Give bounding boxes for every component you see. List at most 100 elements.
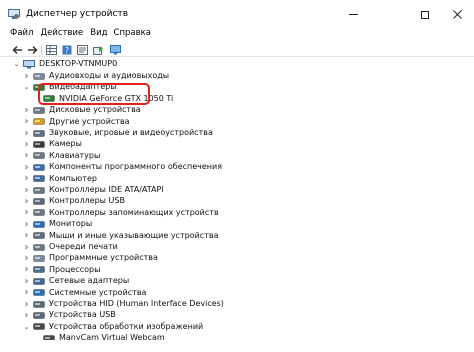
chevron-right-icon[interactable]: ›	[23, 252, 30, 264]
chevron-right-icon[interactable]: ›	[23, 173, 30, 185]
tree-category-item[interactable]: › Устройства USB	[23, 309, 116, 321]
tree-item-label: Устройства USB	[49, 310, 116, 320]
tree-category-item[interactable]: › Камеры	[23, 138, 82, 150]
maximize-icon	[421, 10, 429, 19]
tree-item-label: Мониторы	[49, 219, 93, 229]
scan-hardware-button[interactable]	[110, 45, 121, 55]
tree-item-label: Устройства HID (Human Interface Devices)	[49, 299, 224, 308]
processor-icon	[33, 266, 45, 273]
tree-category-item[interactable]: › Клавиатуры	[23, 150, 101, 162]
system-icon	[33, 289, 45, 296]
controller-icon	[33, 186, 45, 194]
chevron-right-icon[interactable]: ›	[23, 275, 30, 287]
tree-category-item[interactable]: › Сетевые адаптеры	[23, 275, 130, 287]
tree-category-item[interactable]: › Аудиовходы и аудиовыходы	[23, 70, 170, 82]
menu-action[interactable]: Действие	[40, 29, 87, 42]
chevron-right-icon[interactable]: ›	[23, 161, 30, 173]
update-driver-button[interactable]	[93, 45, 104, 55]
chevron-right-icon[interactable]: ›	[23, 309, 30, 321]
title-bar: Диспетчер устройств	[0, 0, 474, 29]
chevron-right-icon[interactable]: ›	[23, 116, 30, 128]
details-button[interactable]	[77, 45, 88, 55]
grid-icon	[46, 45, 57, 55]
back-arrow-icon	[12, 45, 22, 55]
tree-category-item[interactable]: › Звуковые, игровые и видеоустройства	[23, 127, 213, 139]
audio-icon	[33, 72, 45, 80]
hid-icon	[33, 300, 45, 308]
disk-icon	[33, 106, 45, 114]
chevron-down-icon[interactable]: ⌄	[23, 81, 30, 93]
tree-item-label: Аудиовходы и аудиовыходы	[49, 71, 170, 80]
chevron-right-icon[interactable]: ›	[23, 184, 30, 196]
tree-category-item[interactable]: › Контроллеры USB	[23, 195, 125, 207]
tree-item-label: Программные устройства	[49, 253, 158, 263]
chevron-right-icon[interactable]: ›	[23, 264, 30, 276]
tree-item-label: Контроллеры запоминающих устройств	[49, 207, 219, 217]
chevron-right-icon[interactable]: ›	[23, 70, 30, 82]
device-manager-window: Диспетчер устройств Файл Действие Вид Сп…	[0, 0, 474, 352]
chevron-down-icon[interactable]: ⌄	[23, 321, 30, 333]
tree-category-item[interactable]: › Другие устройства	[23, 116, 130, 128]
monitor-icon	[33, 220, 45, 228]
tree-category-item[interactable]: › Контроллеры IDE ATA/ATAPI	[23, 184, 164, 196]
usb-icon	[33, 198, 45, 205]
tree-category-item[interactable]: › Процессоры	[23, 264, 101, 276]
close-icon	[452, 10, 462, 19]
chevron-right-icon[interactable]: ›	[23, 104, 30, 116]
tree-category-item[interactable]: › Мониторы	[23, 218, 93, 230]
software-icon	[33, 163, 45, 171]
forward-button[interactable]	[27, 45, 38, 55]
tree-item-label: Контроллеры USB	[49, 196, 125, 206]
chevron-right-icon[interactable]: ›	[23, 241, 30, 253]
minimize-button[interactable]	[336, 0, 370, 29]
tree-category-item[interactable]: › Компоненты программного обеспечения	[23, 161, 223, 173]
tree-category-item[interactable]: › Программные устройства	[23, 252, 158, 264]
tree-item-label: Камеры	[49, 139, 82, 149]
menu-help[interactable]: Справка	[114, 29, 155, 42]
chevron-down-icon[interactable]: ⌄	[13, 58, 20, 70]
chevron-right-icon[interactable]: ›	[23, 127, 30, 139]
highlight-box	[38, 83, 150, 105]
tree-item-label: Компоненты программного обеспечения	[49, 162, 223, 172]
chevron-right-icon[interactable]: ›	[23, 287, 30, 299]
chevron-right-icon[interactable]: ›	[23, 298, 30, 310]
maximize-button[interactable]	[408, 0, 442, 29]
tree-category-item[interactable]: › Дисковые устройства	[23, 104, 141, 116]
tree-item-label: Клавиатуры	[49, 150, 101, 160]
chevron-right-icon[interactable]: ›	[23, 195, 30, 207]
back-button[interactable]	[12, 45, 23, 55]
window-title: Диспетчер устройств	[26, 9, 129, 19]
status-bar	[0, 340, 474, 352]
tree-category-item[interactable]: › Компьютер	[23, 173, 97, 185]
tree-category-item[interactable]: › Контроллеры запоминающих устройств	[23, 207, 219, 219]
tree-category-item[interactable]: › Мыши и иные указывающие устройства	[23, 230, 219, 242]
chevron-right-icon[interactable]: ›	[23, 150, 30, 162]
properties-grid-button[interactable]	[46, 45, 57, 55]
tree-root[interactable]: ⌄ DESKTOP-VTNMUP0	[13, 58, 117, 70]
chevron-right-icon[interactable]: ›	[23, 218, 30, 230]
chevron-right-icon[interactable]: ›	[23, 230, 30, 242]
tree-item-label: Дисковые устройства	[49, 105, 141, 115]
tree-item-label: Устройства обработки изображений	[49, 321, 204, 331]
tree-category-item[interactable]: › Очереди печати	[23, 241, 118, 253]
software-device-icon	[33, 255, 45, 262]
tree-category-item[interactable]: › Устройства HID (Human Interface Devices…	[23, 298, 224, 310]
imaging-icon	[33, 323, 45, 330]
other-device-icon	[33, 118, 45, 125]
tree-item-label: Системные устройства	[49, 287, 147, 297]
tree-category-item[interactable]: › Системные устройства	[23, 287, 147, 299]
keyboard-icon	[33, 152, 45, 159]
toolbar-separator	[41, 45, 42, 55]
tree-item-label: Очереди печати	[49, 242, 118, 251]
close-button[interactable]	[440, 0, 474, 29]
chevron-right-icon[interactable]: ›	[23, 138, 30, 150]
help-button[interactable]: ?	[62, 45, 73, 55]
tree-category-item[interactable]: ⌄ Устройства обработки изображений	[23, 321, 204, 333]
menu-view[interactable]: Вид	[90, 29, 111, 42]
computer-icon	[33, 175, 45, 182]
tree-item-label: Сетевые адаптеры	[49, 276, 130, 286]
tree-item-label: Контроллеры IDE ATA/ATAPI	[49, 185, 164, 194]
menu-file[interactable]: Файл	[10, 29, 37, 42]
tree-item-label: Компьютер	[49, 173, 97, 183]
chevron-right-icon[interactable]: ›	[23, 207, 30, 219]
